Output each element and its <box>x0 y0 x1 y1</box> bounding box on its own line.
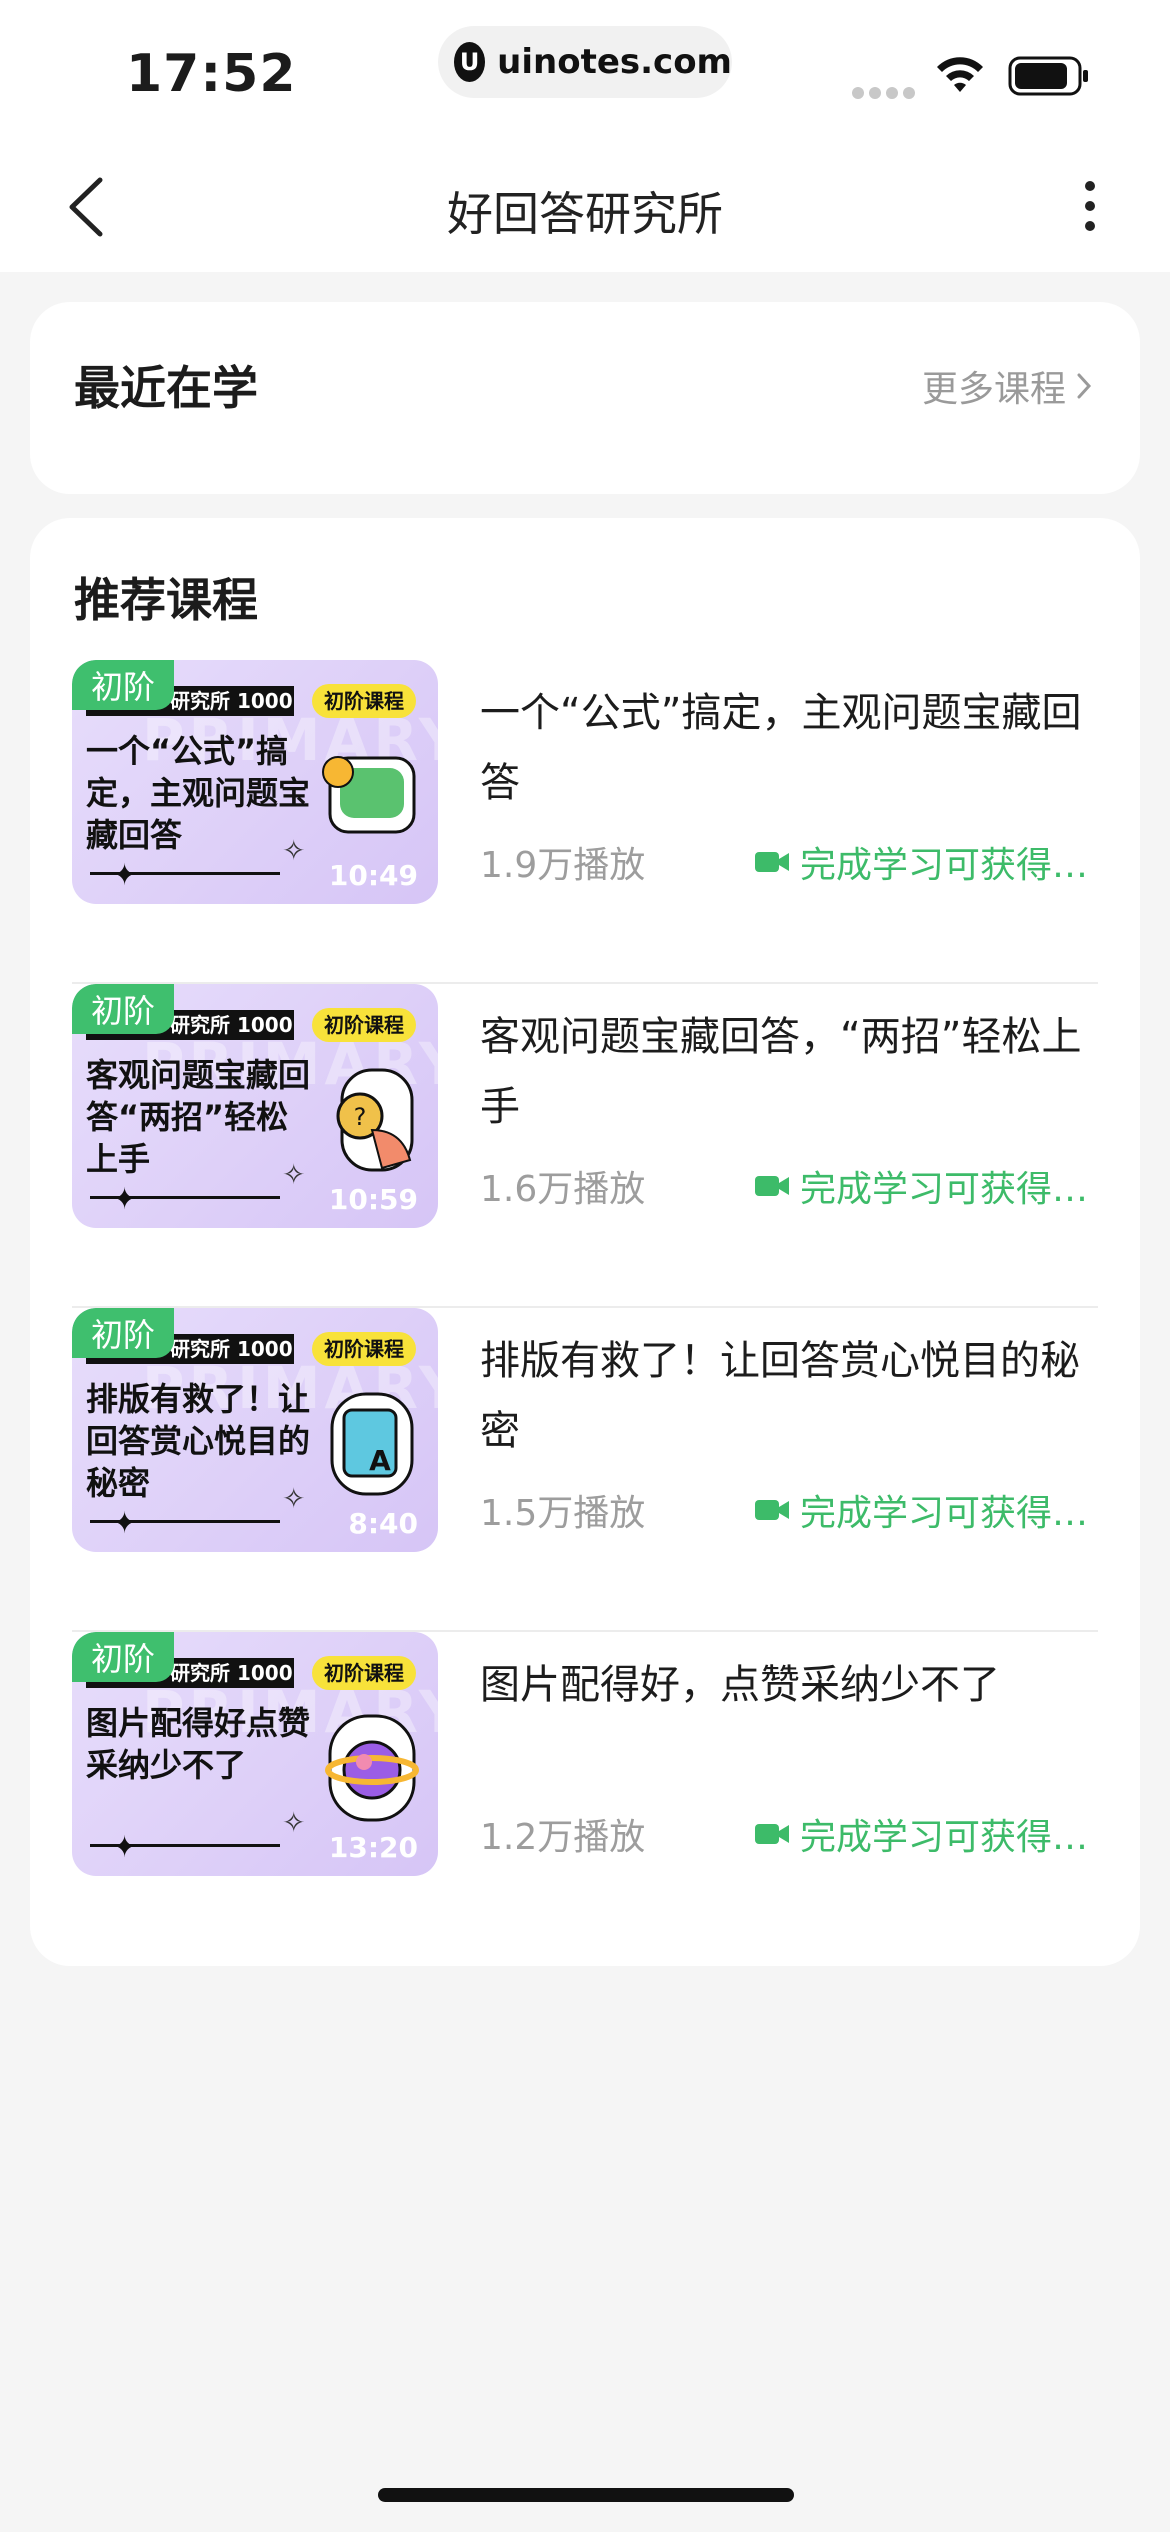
thumbnail-level-badge: 初阶课程 <box>312 1332 416 1366</box>
sparkle-icon: ✧ <box>282 1482 306 1515</box>
video-duration: 13:20 <box>328 1831 418 1864</box>
nav-bar: 好回答研究所 <box>0 140 1170 272</box>
recent-learning-title: 最近在学 <box>74 361 258 415</box>
sparkle-icon: ✦ <box>112 1182 138 1217</box>
sparkle-icon: ✦ <box>112 1506 138 1541</box>
sparkle-icon: ✦ <box>112 1830 138 1865</box>
svg-text:A: A <box>369 1444 391 1477</box>
url-text: uinotes.com <box>497 42 732 82</box>
video-camera-icon <box>755 1824 789 1844</box>
sparkle-icon: ✧ <box>282 1806 306 1839</box>
course-reward: 完成学习可获得10… <box>754 1808 1096 1860</box>
thumbnail-level-badge: 初阶课程 <box>312 684 416 718</box>
svg-text:?: ? <box>354 1103 367 1131</box>
chevron-right-icon <box>1077 373 1092 399</box>
status-time: 17:52 <box>126 44 297 104</box>
course-item[interactable]: PRIMARY 研究所 1000 初阶课程 初阶 图片配得好点赞采纳少不了 ✦ … <box>72 1632 1098 1956</box>
course-thumbnail[interactable]: PRIMARY 研究所 1000 初阶课程 初阶 一个“公式”搞定，主观问题宝藏… <box>72 660 438 904</box>
course-play-count: 1.2万播放 <box>480 1817 646 1858</box>
course-reward: 完成学习可获得5… <box>754 1484 1096 1536</box>
course-play-count: 1.6万播放 <box>480 1169 646 1210</box>
course-thumbnail[interactable]: PRIMARY 研究所 1000 初阶课程 初阶 客观问题宝藏回答“两招”轻松上… <box>72 984 438 1228</box>
sparkle-icon: ✧ <box>282 834 306 867</box>
sparkle-icon: ✧ <box>282 1158 306 1191</box>
course-item[interactable]: PRIMARY 研究所 1000 初阶课程 初阶 一个“公式”搞定，主观问题宝藏… <box>72 660 1098 984</box>
more-options-icon[interactable] <box>1070 176 1110 236</box>
course-play-count: 1.5万播放 <box>480 1493 646 1534</box>
hand-coin-icon: ? <box>336 1068 414 1172</box>
recommended-courses-title: 推荐课程 <box>74 573 258 627</box>
beginner-tag: 初阶 <box>72 1632 174 1682</box>
beginner-tag: 初阶 <box>72 660 174 710</box>
video-duration: 8:40 <box>348 1507 418 1540</box>
course-title[interactable]: 一个“公式”搞定，主观问题宝藏回答 <box>480 678 1090 818</box>
recent-learning-card: 最近在学 更多课程 <box>30 302 1140 494</box>
sparkle-icon: ✦ <box>112 858 138 893</box>
recommended-courses-card: 推荐课程 PRIMARY 研究所 1000 初阶课程 初阶 一个“公式”搞定，主… <box>30 518 1140 1966</box>
course-thumbnail[interactable]: PRIMARY 研究所 1000 初阶课程 初阶 图片配得好点赞采纳少不了 ✦ … <box>72 1632 438 1876</box>
course-reward: 完成学习可获得小… <box>754 1160 1096 1212</box>
course-title[interactable]: 客观问题宝藏回答，“两招”轻松上手 <box>480 1002 1090 1142</box>
beginner-tag: 初阶 <box>72 1308 174 1358</box>
wifi-icon <box>937 57 983 92</box>
course-reward-text: 完成学习可获得10… <box>800 1817 1096 1858</box>
cellular-signal-icon <box>852 84 920 103</box>
thumbnail-level-badge: 初阶课程 <box>312 1656 416 1690</box>
video-camera-icon <box>755 1176 789 1196</box>
video-duration: 10:49 <box>328 859 418 892</box>
status-bar: 17:52 U uinotes.com <box>0 0 1170 140</box>
battery-icon <box>1008 56 1088 96</box>
site-logo-icon: U <box>454 42 486 82</box>
thumbnail-level-badge: 初阶课程 <box>312 1008 416 1042</box>
course-title[interactable]: 图片配得好，点赞采纳少不了 <box>480 1650 1090 1720</box>
video-camera-icon <box>755 1500 789 1520</box>
url-pill[interactable]: U uinotes.com <box>438 26 732 98</box>
video-duration: 10:59 <box>328 1183 418 1216</box>
course-title[interactable]: 排版有救了！让回答赏心悦目的秘密 <box>480 1326 1090 1466</box>
course-reward: 完成学习可获得蒸… <box>754 836 1096 888</box>
course-thumbnail[interactable]: PRIMARY 研究所 1000 初阶课程 初阶 排版有救了！让回答赏心悦目的秘… <box>72 1308 438 1552</box>
home-indicator[interactable] <box>378 2488 794 2502</box>
video-camera-icon <box>755 852 789 872</box>
course-reward-text: 完成学习可获得蒸… <box>800 845 1096 886</box>
course-item[interactable]: PRIMARY 研究所 1000 初阶课程 初阶 客观问题宝藏回答“两招”轻松上… <box>72 984 1098 1308</box>
course-reward-text: 完成学习可获得5… <box>800 1493 1096 1534</box>
beginner-tag: 初阶 <box>72 984 174 1034</box>
thumbnail-cover-text: 图片配得好点赞采纳少不了 <box>86 1704 311 1784</box>
page-title: 好回答研究所 <box>447 187 723 241</box>
more-courses-label: 更多课程 <box>921 369 1066 410</box>
course-item[interactable]: PRIMARY 研究所 1000 初阶课程 初阶 排版有救了！让回答赏心悦目的秘… <box>72 1308 1098 1632</box>
chat-bubble-icon <box>322 756 416 834</box>
course-play-count: 1.9万播放 <box>480 845 646 886</box>
planet-icon <box>325 1714 419 1822</box>
more-courses-link[interactable]: 更多课程 <box>922 360 1094 412</box>
course-reward-text: 完成学习可获得小… <box>800 1169 1096 1210</box>
layout-card-icon: A <box>330 1392 414 1496</box>
